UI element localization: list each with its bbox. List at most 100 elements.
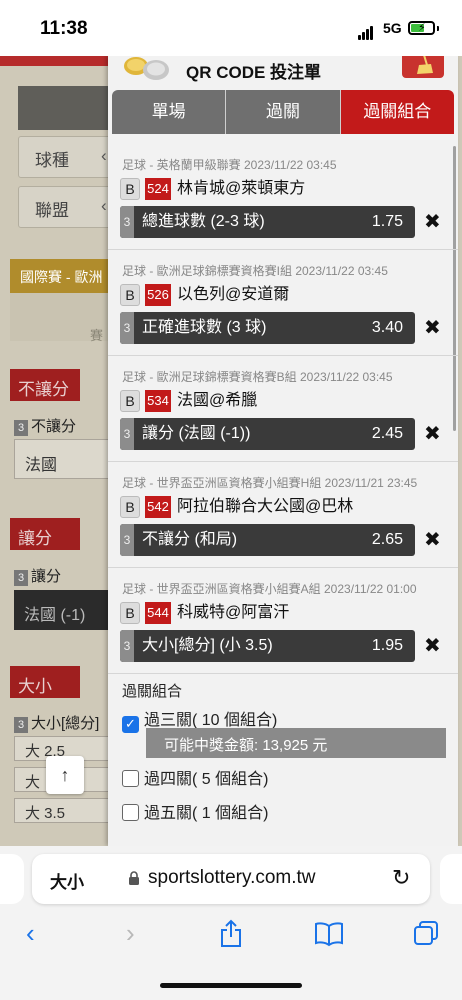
match-teams: 林肯城@萊頓東方 <box>177 180 306 197</box>
match-number: 534 <box>145 390 171 412</box>
checkbox-checked-icon[interactable]: ✓ <box>122 716 139 733</box>
market-label: 3 大小[總分] <box>14 712 99 733</box>
selection-odds: 3.40 <box>371 319 403 336</box>
browser-toolbar: 大小 sportslottery.com.tw ↻ ‹ › <box>0 846 462 1000</box>
scroll-top-button[interactable]: ↑ <box>46 756 84 794</box>
reload-icon[interactable]: ↻ <box>392 865 410 891</box>
selection-bar[interactable]: 3 不讓分 (和局) 2.65 <box>120 524 415 556</box>
league-select[interactable]: 聯盟 ‹ <box>18 186 112 228</box>
selection-index: 3 <box>120 418 134 450</box>
selection-index: 3 <box>120 630 134 662</box>
match-number: 542 <box>145 496 171 518</box>
match-row: 賽 <box>10 293 112 343</box>
coins-icon <box>124 57 169 80</box>
bet-type-badge: B <box>120 284 140 306</box>
market-label: 3 不讓分 <box>14 415 76 436</box>
selection-index: 3 <box>120 312 134 344</box>
sport-select[interactable]: 球種 ‹ <box>18 136 112 178</box>
signal-icon <box>358 22 374 40</box>
address-bar[interactable]: 大小 sportslottery.com.tw ↻ <box>32 854 430 904</box>
match-number: 526 <box>145 284 171 306</box>
selection-label: 總進球數 (2-3 球) <box>142 213 265 230</box>
forward-button[interactable]: › <box>126 918 135 948</box>
bet-slip-panel: QR CODE 投注單 單場 過關 過關組合 足球 - 英格蘭甲級聯賽 2023… <box>108 56 458 846</box>
tabs-icon[interactable] <box>412 918 440 948</box>
combo-option-5[interactable]: 過五關( 1 個組合) <box>122 799 268 823</box>
previous-tab[interactable] <box>0 854 24 904</box>
selection-bar[interactable]: 3 正確進球數 (3 球) 3.40 <box>120 312 415 344</box>
match-teams: 阿拉伯聯合大公國@巴林 <box>177 498 354 515</box>
selection-label: 大小[總分] (小 3.5) <box>142 637 273 654</box>
bet-type-tabs: 單場 過關 過關組合 <box>112 90 454 134</box>
selection-bar[interactable]: 3 總進球數 (2-3 球) 1.75 <box>120 206 415 238</box>
potential-prize: 可能中獎金額: 13,925 元 <box>146 728 446 758</box>
bet-league-time: 足球 - 世界盃亞洲區資格賽小組賽H組 2023/11/21 23:45 <box>122 476 418 490</box>
selection-index: 3 <box>120 524 134 556</box>
selection-odds: 2.45 <box>371 425 403 442</box>
chevron-left-icon: ‹ <box>101 146 107 165</box>
background-button[interactable] <box>18 86 112 130</box>
clear-button[interactable] <box>402 56 444 78</box>
remove-bet-icon[interactable]: ✖ <box>424 634 441 658</box>
status-bar: 11:38 5G ⚡ <box>0 0 462 56</box>
remove-bet-icon[interactable]: ✖ <box>424 422 441 446</box>
bet-league-time: 足球 - 歐洲足球錦標賽資格賽I組 2023/11/22 03:45 <box>122 264 388 278</box>
checkbox-icon[interactable] <box>122 770 139 787</box>
battery-icon: ⚡ <box>408 21 435 35</box>
clock: 11:38 <box>40 18 88 39</box>
selection-bar[interactable]: 3 大小[總分] (小 3.5) 1.95 <box>120 630 415 662</box>
checkbox-icon[interactable] <box>122 804 139 821</box>
remove-bet-icon[interactable]: ✖ <box>424 316 441 340</box>
tab-parlay-combo[interactable]: 過關組合 <box>340 90 454 134</box>
selection-odds: 2.65 <box>371 531 403 548</box>
odds-option[interactable]: 大 3.5 <box>14 798 112 823</box>
back-button[interactable]: ‹ <box>26 918 35 948</box>
bet-league-time: 足球 - 世界盃亞洲區資格賽小組賽A組 2023/11/22 01:00 <box>122 582 417 596</box>
bet-league-time: 足球 - 歐洲足球錦標賽資格賽B組 2023/11/22 03:45 <box>122 370 393 384</box>
remove-bet-icon[interactable]: ✖ <box>424 528 441 552</box>
bookmarks-icon[interactable] <box>313 918 345 948</box>
bet-type-badge: B <box>120 602 140 624</box>
chevron-left-icon: ‹ <box>101 196 107 215</box>
bet-item: 足球 - 世界盃亞洲區資格賽小組賽H組 2023/11/21 23:45 B 542… <box>108 462 458 568</box>
match-teams: 以色列@安道爾 <box>177 286 290 303</box>
market-label: 3 讓分 <box>14 565 61 586</box>
bet-item: 足球 - 歐洲足球錦標賽資格賽B組 2023/11/22 03:45 B 534 法國… <box>108 356 458 462</box>
home-indicator <box>160 983 302 988</box>
selection-label: 讓分 (法國 (-1)) <box>142 425 251 442</box>
selection-odds: 1.95 <box>371 637 403 654</box>
tab-single[interactable]: 單場 <box>112 90 227 134</box>
odds-option[interactable]: 法國 (-1) <box>14 590 112 630</box>
selection-label: 正確進球數 (3 球) <box>142 319 267 336</box>
panel-header: QR CODE 投注單 <box>108 56 458 90</box>
match-number: 544 <box>145 602 171 624</box>
match-teams: 法國@希臘 <box>177 392 258 409</box>
share-icon[interactable] <box>219 918 243 948</box>
bet-item: 足球 - 英格蘭甲級聯賽 2023/11/22 03:45 B 524 林肯城@萊頓東… <box>108 144 458 250</box>
match-number: 524 <box>145 178 171 200</box>
odds-option[interactable]: 法國 <box>14 439 112 479</box>
next-tab[interactable] <box>440 854 462 904</box>
section-title: 不讓分 <box>10 369 80 401</box>
selection-odds: 1.75 <box>371 213 403 230</box>
selection-bar[interactable]: 3 讓分 (法國 (-1)) 2.45 <box>120 418 415 450</box>
section-title: 讓分 <box>10 518 80 550</box>
remove-bet-icon[interactable]: ✖ <box>424 210 441 234</box>
bet-type-badge: B <box>120 496 140 518</box>
network-type: 5G <box>383 20 402 36</box>
bet-league-time: 足球 - 英格蘭甲級聯賽 2023/11/22 03:45 <box>122 158 337 172</box>
selection-index: 3 <box>120 206 134 238</box>
league-banner: 國際賽 - 歐洲 <box>10 259 112 293</box>
panel-title: QR CODE 投注單 <box>186 63 322 82</box>
combo-option-4[interactable]: 過四關( 5 個組合) <box>122 765 268 789</box>
bet-item: 足球 - 世界盃亞洲區資格賽小組賽A組 2023/11/22 01:00 B 544… <box>108 568 458 674</box>
bet-item: 足球 - 歐洲足球錦標賽資格賽I組 2023/11/22 03:45 B 526 以色… <box>108 250 458 356</box>
page-settings-button[interactable]: 大小 <box>50 868 84 893</box>
lock-icon <box>129 871 139 885</box>
bet-type-badge: B <box>120 178 140 200</box>
section-title: 大小 <box>10 666 80 698</box>
selection-label: 不讓分 (和局) <box>142 531 238 548</box>
match-teams: 科威特@阿富汗 <box>177 604 290 621</box>
tab-parlay[interactable]: 過關 <box>226 90 341 134</box>
url-text[interactable]: sportslottery.com.tw <box>148 867 316 889</box>
